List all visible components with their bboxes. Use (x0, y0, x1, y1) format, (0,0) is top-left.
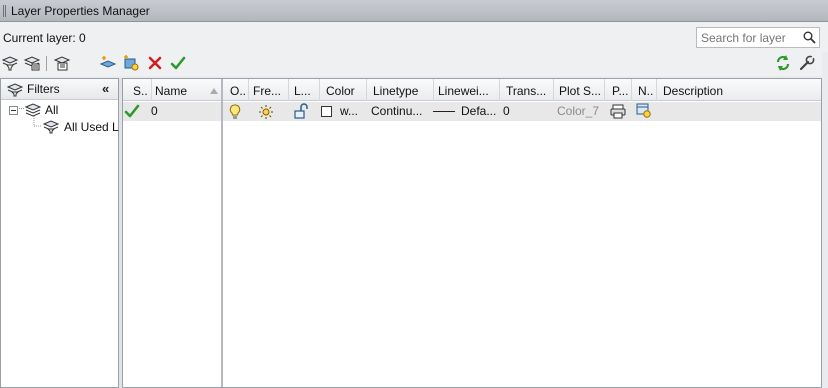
layer-states-manager-icon[interactable] (52, 53, 72, 73)
column-header-status[interactable]: S.. (133, 84, 151, 98)
title-bar[interactable]: Layer Properties Manager (0, 0, 828, 22)
column-header-name[interactable]: Name (155, 84, 205, 98)
column-header-freeze[interactable]: Fre... (253, 84, 285, 98)
filter-layers-icon (43, 120, 60, 134)
grid-header: S.. Name O.. Fre... L... Color Linetype … (123, 79, 821, 101)
column-header-lock[interactable]: L... (294, 84, 316, 98)
unlocked-padlock-icon[interactable] (293, 103, 309, 119)
window-title: Layer Properties Manager (11, 4, 150, 18)
refresh-icon[interactable] (773, 53, 793, 73)
set-current-icon[interactable] (168, 53, 188, 73)
settings-icon[interactable] (797, 53, 817, 73)
current-layer-label: Current layer: 0 (3, 31, 86, 45)
tree-expander-minus-icon[interactable] (9, 104, 18, 118)
current-layer-check-icon (124, 104, 140, 118)
color-name-cell[interactable]: w... (340, 104, 358, 118)
search-icon[interactable] (803, 31, 816, 44)
tree-item-label: All (45, 103, 59, 117)
column-header-linetype[interactable]: Linetype (373, 84, 431, 98)
column-header-description[interactable]: Description (663, 84, 743, 98)
layer-row[interactable]: 0 w... Continu... Defa... 0 Color_7 (123, 102, 821, 121)
column-header-on[interactable]: O.. (230, 84, 248, 98)
linetype-cell[interactable]: Continu... (371, 104, 422, 118)
layers-icon (25, 103, 42, 117)
column-header-transparency[interactable]: Trans... (506, 84, 552, 98)
lineweight-cell[interactable]: Defa... (461, 104, 496, 118)
lineweight-sample-line (433, 111, 455, 112)
filter-icon (6, 83, 24, 97)
sun-icon[interactable] (258, 104, 274, 120)
layer-name-cell[interactable]: 0 (151, 104, 158, 118)
sort-ascending-icon (210, 88, 218, 94)
filters-header: Filters « (1, 79, 118, 100)
lightbulb-on-icon[interactable] (229, 104, 241, 120)
new-property-filter-icon[interactable] (0, 53, 20, 73)
transparency-cell[interactable]: 0 (503, 104, 510, 118)
printer-icon[interactable] (610, 104, 626, 119)
filters-label: Filters (27, 82, 60, 96)
plot-style-cell: Color_7 (557, 104, 600, 118)
filters-panel: Filters « All All Used L (0, 78, 119, 388)
new-layer-vp-frozen-icon[interactable] (121, 53, 141, 73)
new-group-filter-icon[interactable] (22, 53, 42, 73)
window-edge (822, 52, 828, 388)
column-header-lineweight[interactable]: Linewei... (438, 84, 500, 98)
grip-handle[interactable] (3, 5, 7, 17)
column-header-new-vp-freeze[interactable]: N.. (638, 84, 658, 98)
name-column-divider[interactable] (221, 79, 223, 387)
search-input[interactable] (701, 30, 803, 45)
color-swatch[interactable] (321, 106, 332, 117)
tree-item-label: All Used L (64, 120, 119, 134)
layer-grid: S.. Name O.. Fre... L... Color Linetype … (122, 78, 822, 388)
column-header-plot[interactable]: P... (612, 84, 630, 98)
new-layer-icon[interactable] (98, 53, 118, 73)
collapse-panel-icon[interactable]: « (102, 81, 116, 97)
column-header-plot-style[interactable]: Plot S... (559, 84, 605, 98)
new-vp-freeze-icon[interactable] (636, 103, 652, 119)
toolbar (0, 52, 828, 76)
delete-layer-icon[interactable] (145, 53, 165, 73)
search-box[interactable] (696, 27, 820, 48)
column-header-color[interactable]: Color (326, 84, 366, 98)
